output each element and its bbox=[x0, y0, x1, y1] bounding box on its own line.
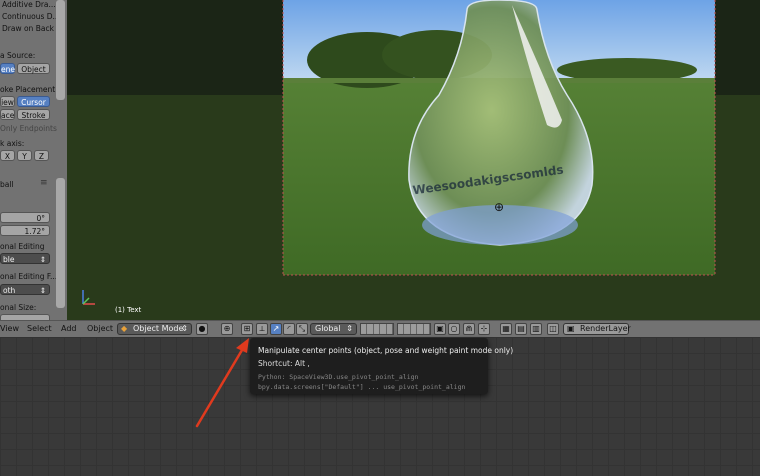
axis-y-button[interactable]: Y bbox=[17, 150, 32, 161]
layer-lock-icon[interactable]: ▣ bbox=[434, 323, 446, 335]
layer-buttons-group-2[interactable] bbox=[397, 323, 431, 335]
proportional-editing-dropdown[interactable]: ble ⇕ bbox=[0, 253, 50, 264]
menu-view[interactable]: View bbox=[0, 324, 19, 333]
panel-scrollbar-bottom[interactable] bbox=[56, 178, 65, 308]
proportional-falloff-value: oth bbox=[3, 286, 16, 295]
layers-panel-icon[interactable]: ◫ bbox=[547, 323, 559, 335]
stroke-placement-stroke-button[interactable]: Stroke bbox=[17, 109, 50, 120]
data-source-object-button[interactable]: Object bbox=[17, 63, 50, 74]
option-additive-drawing[interactable]: Additive Dra... bbox=[2, 0, 56, 9]
dropdown-arrows-icon: ⇕ bbox=[39, 255, 46, 264]
scale-icon[interactable]: ⤡ bbox=[296, 323, 308, 335]
proportional-size-label: onal Size: bbox=[0, 303, 37, 312]
manipulator-icon[interactable]: ⟂ bbox=[256, 323, 268, 335]
snap-target-icon[interactable]: ⊹ bbox=[478, 323, 490, 335]
drag-handle-icon[interactable]: ≡ bbox=[40, 178, 48, 188]
dropdown-arrows-icon: ⇕ bbox=[181, 324, 188, 333]
render-icon[interactable]: ▥ bbox=[530, 323, 542, 335]
tooltip-title: Manipulate center points (object, pose a… bbox=[258, 346, 514, 355]
pivot-point-icon[interactable]: ⊕ bbox=[221, 323, 233, 335]
dropdown-arrows-icon: ⇕ bbox=[39, 286, 46, 295]
tooltip-python-2: bpy.data.screens["Default"] ... use_pivo… bbox=[258, 383, 466, 391]
data-source-label: a Source: bbox=[0, 51, 36, 60]
axis-x-button[interactable]: X bbox=[0, 150, 15, 161]
axis-label: k axis: bbox=[0, 139, 25, 148]
panel-item-name: ball bbox=[0, 180, 14, 189]
menu-select[interactable]: Select bbox=[27, 324, 52, 333]
value-field-2[interactable]: 1.72° bbox=[0, 225, 50, 236]
tooltip-shortcut: Shortcut: Alt , bbox=[258, 359, 310, 368]
snap-icon[interactable]: ⋒ bbox=[463, 323, 475, 335]
object-info-text: (1) Text bbox=[115, 306, 142, 314]
3d-cursor-icon: ⊕ bbox=[494, 200, 505, 214]
proportional-falloff-label: onal Editing F... bbox=[0, 272, 58, 281]
panel-scrollbar-top[interactable] bbox=[56, 0, 65, 100]
orientation-label: Global bbox=[315, 324, 341, 333]
stroke-placement-view-button[interactable]: iew bbox=[0, 96, 15, 107]
mode-dropdown[interactable]: ◆ Object Mode ⇕ bbox=[117, 323, 192, 335]
proportional-editing-label: onal Editing bbox=[0, 242, 45, 251]
dropdown-arrows-icon: ⇕ bbox=[346, 324, 353, 333]
stroke-placement-label: oke Placement: bbox=[0, 85, 58, 94]
viewport-shading-icon[interactable]: ● bbox=[196, 323, 208, 335]
stroke-placement-surface-button[interactable]: ace bbox=[0, 109, 15, 120]
rotate-icon[interactable]: ◜ bbox=[283, 323, 295, 335]
proportional-edit-icon[interactable]: ○ bbox=[448, 323, 460, 335]
proportional-editing-value: ble bbox=[3, 255, 15, 264]
render-animation-icon[interactable]: ▤ bbox=[515, 323, 527, 335]
pivot-tooltip: Manipulate center points (object, pose a… bbox=[250, 338, 513, 394]
stroke-placement-cursor-button[interactable]: Cursor bbox=[17, 96, 50, 107]
menu-add[interactable]: Add bbox=[61, 324, 77, 333]
data-source-scene-button[interactable]: ene bbox=[0, 63, 15, 74]
translate-icon[interactable]: ↗ bbox=[270, 323, 282, 335]
layer-buttons-group-1[interactable] bbox=[360, 323, 394, 335]
object-mode-icon: ◆ bbox=[121, 324, 128, 333]
3d-viewport[interactable]: Weesoodakigscsomlds ⊕ (1) Text bbox=[67, 0, 760, 320]
option-continuous-drawing[interactable]: Continuous D... bbox=[2, 12, 60, 21]
value-field-1[interactable]: 0° bbox=[0, 212, 50, 223]
axis-gizmo-icon bbox=[82, 290, 95, 305]
option-draw-on-back[interactable]: Draw on Back bbox=[2, 24, 54, 33]
axis-z-button[interactable]: Z bbox=[34, 150, 49, 161]
tooltip-python-1: Python: SpaceView3D.use_pivot_point_alig… bbox=[258, 373, 419, 381]
pivot-center-points-icon[interactable]: ⊞ bbox=[241, 323, 253, 335]
menu-object[interactable]: Object bbox=[87, 324, 113, 333]
tool-shelf-panel: Additive Dra... Continuous D... Draw on … bbox=[0, 0, 67, 320]
render-layer-icon: ▣ bbox=[567, 324, 575, 333]
3d-view-header: View Select Add Object ◆ Object Mode ⇕ ●… bbox=[0, 320, 760, 337]
render-layer-label: RenderLayer bbox=[580, 324, 631, 333]
render-layer-button[interactable]: ▣ RenderLayer bbox=[563, 323, 631, 335]
mode-label: Object Mode bbox=[133, 324, 184, 333]
only-endpoints-option[interactable]: Only Endpoints bbox=[0, 124, 57, 133]
render-preview-icon[interactable]: ▦ bbox=[500, 323, 512, 335]
viewport-scene bbox=[67, 0, 760, 320]
proportional-falloff-dropdown[interactable]: oth ⇕ bbox=[0, 284, 50, 295]
orientation-dropdown[interactable]: Global ⇕ bbox=[310, 323, 357, 335]
